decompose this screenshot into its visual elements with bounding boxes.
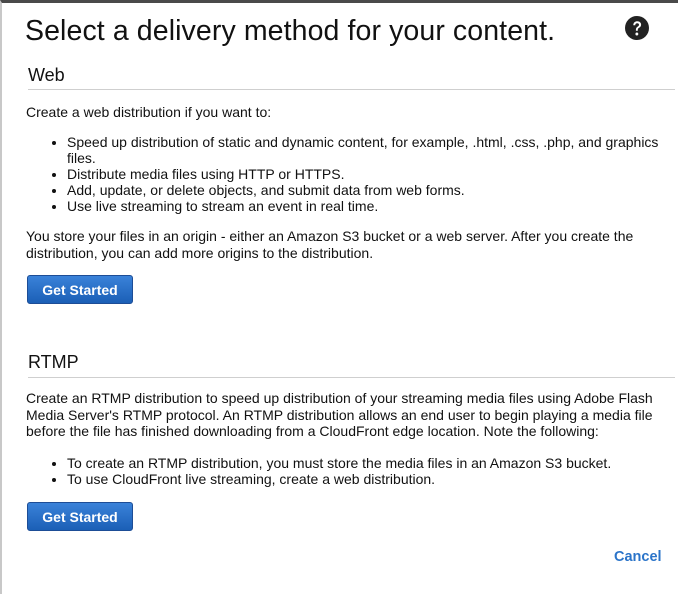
list-item: Add, update, or delete objects, and subm…	[67, 182, 676, 198]
web-section-divider	[28, 89, 675, 90]
list-item: To create an RTMP distribution, you must…	[67, 455, 676, 471]
web-origins-text: You store your files in an origin - eith…	[26, 228, 634, 261]
question-circle-icon[interactable]	[624, 15, 650, 41]
rtmp-section-heading: RTMP	[28, 352, 79, 372]
list-item: Speed up distribution of static and dyna…	[67, 134, 676, 166]
list-item: Use live streaming to stream an event in…	[67, 198, 676, 214]
web-get-started-button[interactable]: Get Started	[27, 275, 133, 304]
cancel-link[interactable]: Cancel	[614, 549, 662, 565]
list-item: Distribute media files using HTTP or HTT…	[67, 166, 676, 182]
rtmp-intro-text: Create an RTMP distribution to speed up …	[26, 390, 653, 439]
rtmp-get-started-button[interactable]: Get Started	[27, 502, 133, 531]
dialog-title: Select a delivery method for your conten…	[25, 15, 556, 47]
list-item: To use CloudFront live streaming, create…	[67, 471, 676, 487]
rtmp-section-divider	[28, 377, 675, 378]
rtmp-note-list: To create an RTMP distribution, you must…	[26, 455, 676, 487]
web-section-heading: Web	[28, 65, 65, 85]
delivery-method-dialog: Select a delivery method for your conten…	[0, 0, 678, 594]
web-intro-text: Create a web distribution if you want to…	[26, 104, 272, 120]
web-feature-list: Speed up distribution of static and dyna…	[26, 134, 676, 214]
